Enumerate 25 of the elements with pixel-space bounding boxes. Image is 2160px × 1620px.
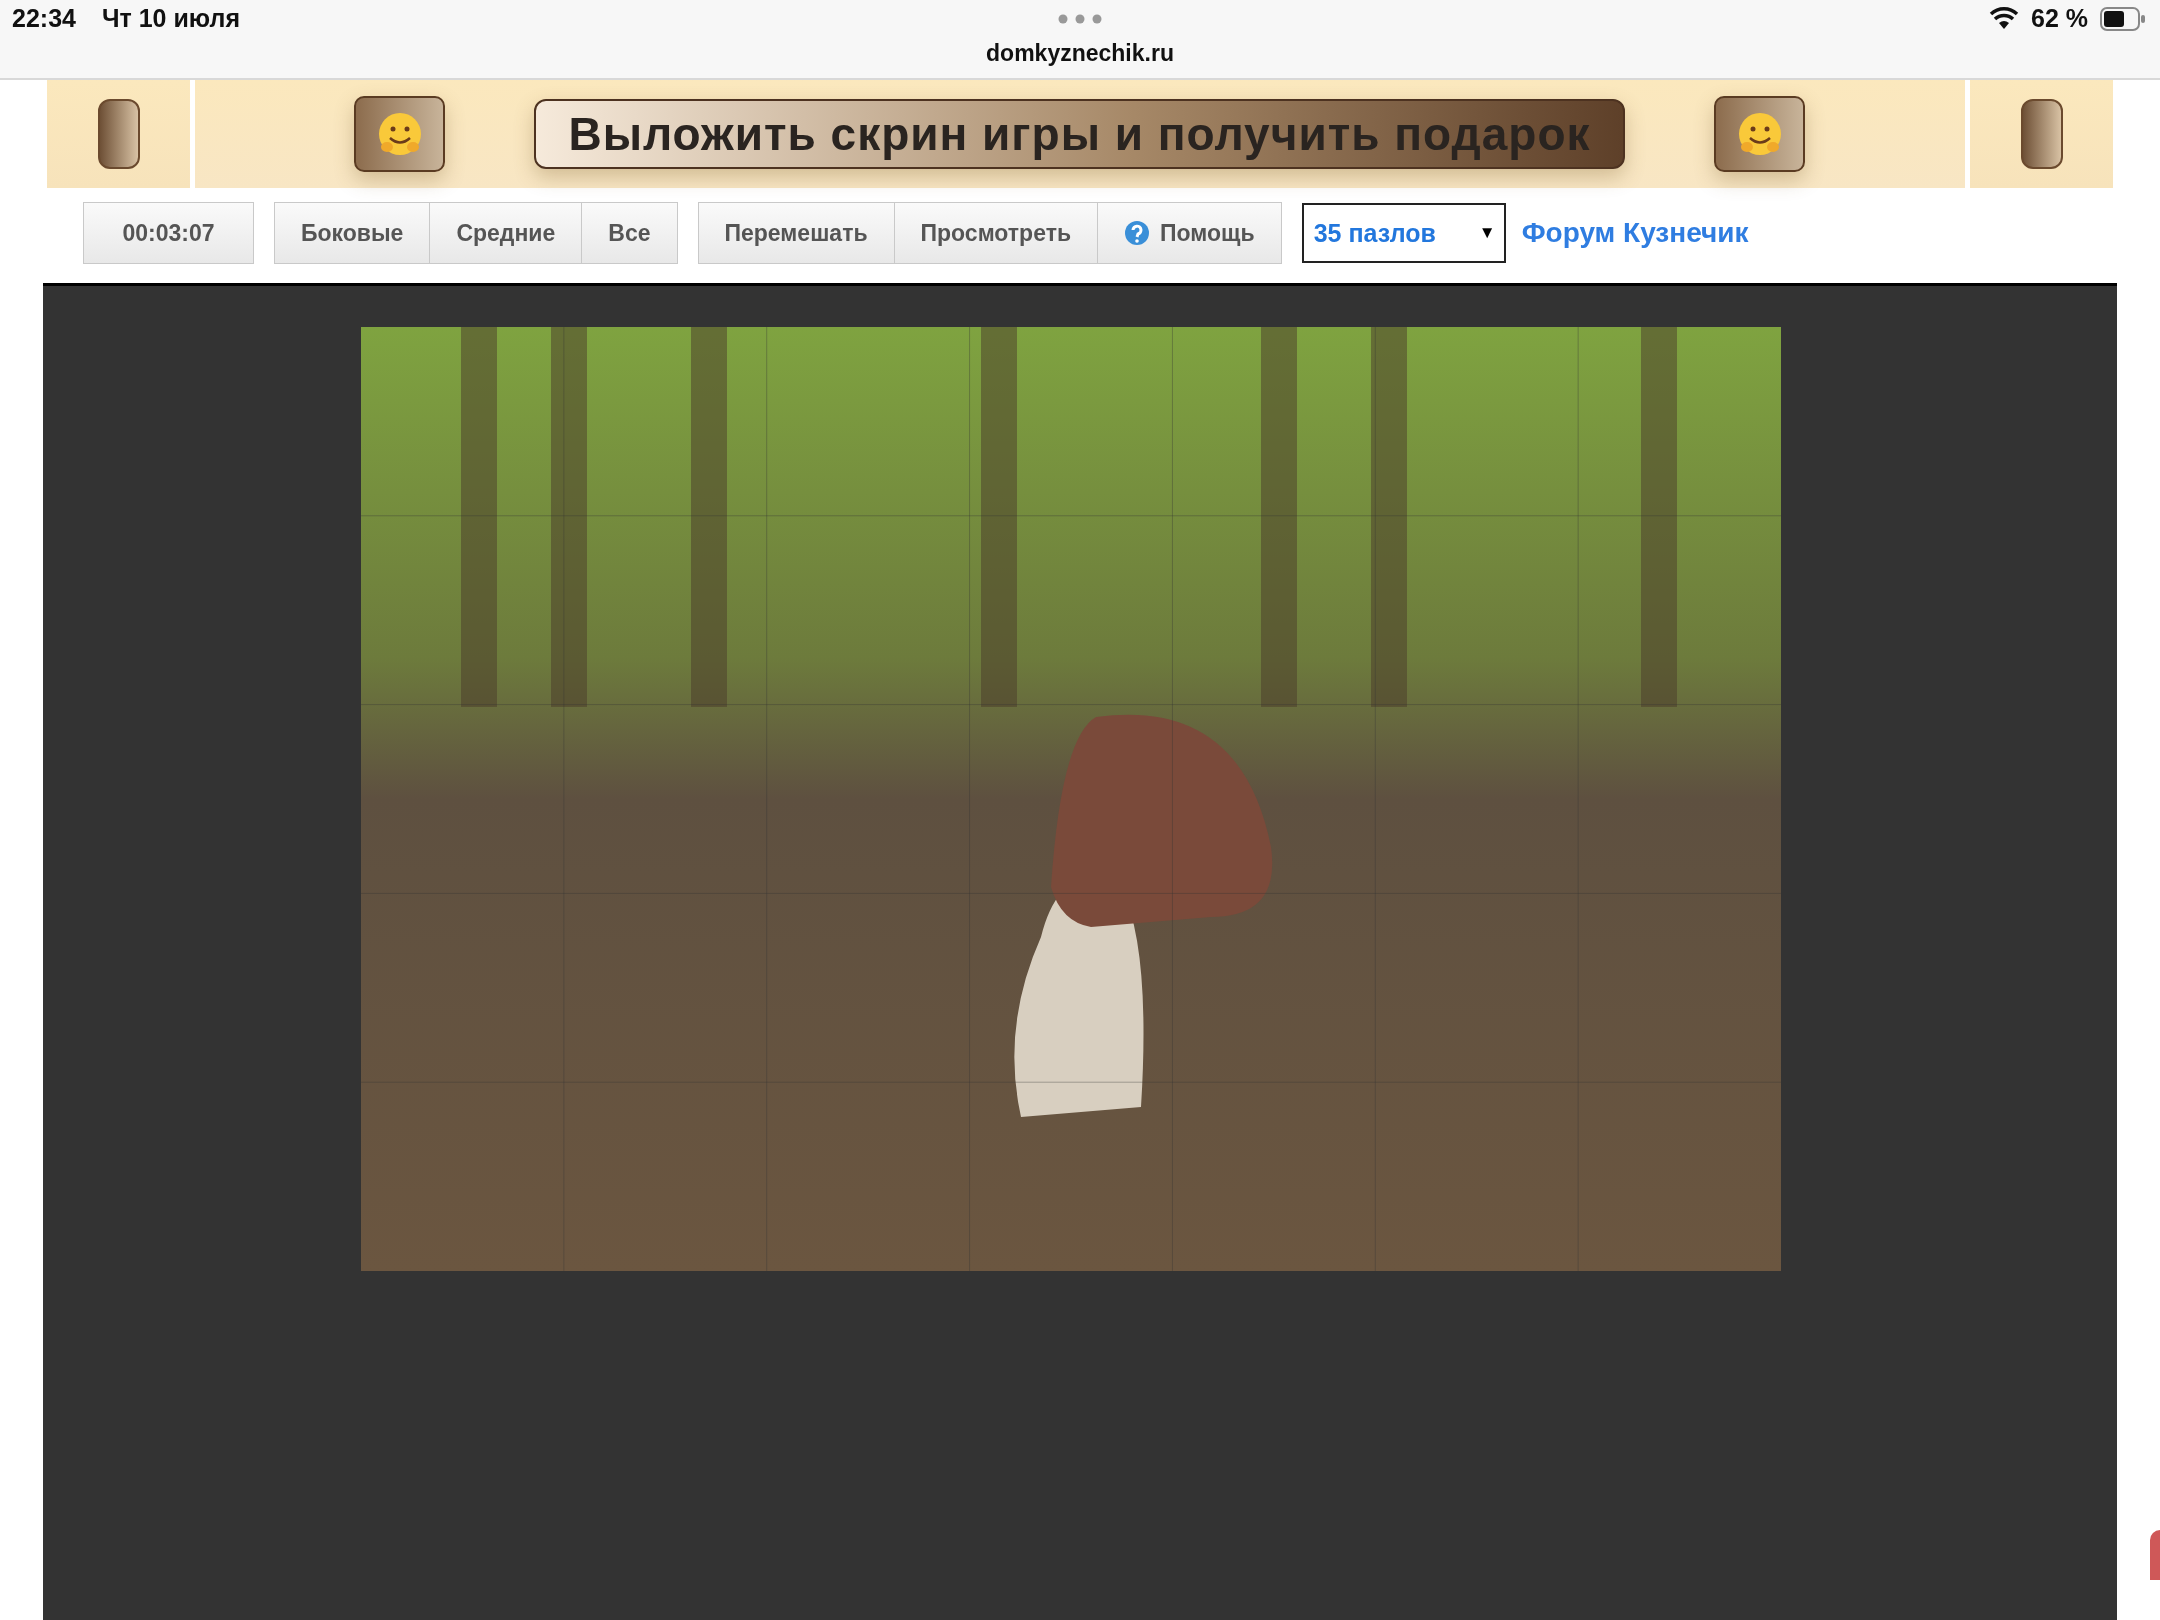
pill-button[interactable] — [97, 99, 140, 169]
address-url[interactable]: domkyznechik.ru — [986, 40, 1174, 67]
battery-icon — [2100, 6, 2146, 31]
emoji-button[interactable] — [354, 96, 445, 172]
action-button[interactable]: Перемешать — [697, 202, 895, 264]
smiley-icon — [1736, 111, 1783, 157]
smiley-icon — [376, 111, 423, 157]
date-text: Чт 10 июля — [101, 4, 241, 33]
pieces-select[interactable]: 35 пазлов ▼ — [1301, 203, 1506, 263]
help-icon — [1124, 220, 1151, 246]
help-button[interactable]: Помощь — [1098, 202, 1282, 264]
view-button[interactable]: Боковые — [274, 202, 431, 264]
forum-link[interactable]: Форум Кузнечик — [1521, 217, 1749, 249]
more-dots-icon[interactable] — [1058, 14, 1102, 24]
view-button[interactable]: Все — [582, 202, 678, 264]
emoji-button[interactable] — [1714, 96, 1805, 172]
wifi-icon — [1989, 6, 2019, 31]
view-button[interactable]: Средние — [430, 202, 583, 264]
clock-time: 22:34 — [12, 4, 76, 33]
pill-button[interactable] — [2020, 99, 2063, 169]
action-button[interactable]: Просмотреть — [894, 202, 1099, 264]
promo-button[interactable]: Выложить скрин игры и получить подарок — [534, 99, 1625, 169]
timer-display: 00:03:07 — [83, 202, 254, 264]
side-tab[interactable] — [2150, 1530, 2160, 1580]
battery-percent: 62 % — [2031, 4, 2088, 33]
